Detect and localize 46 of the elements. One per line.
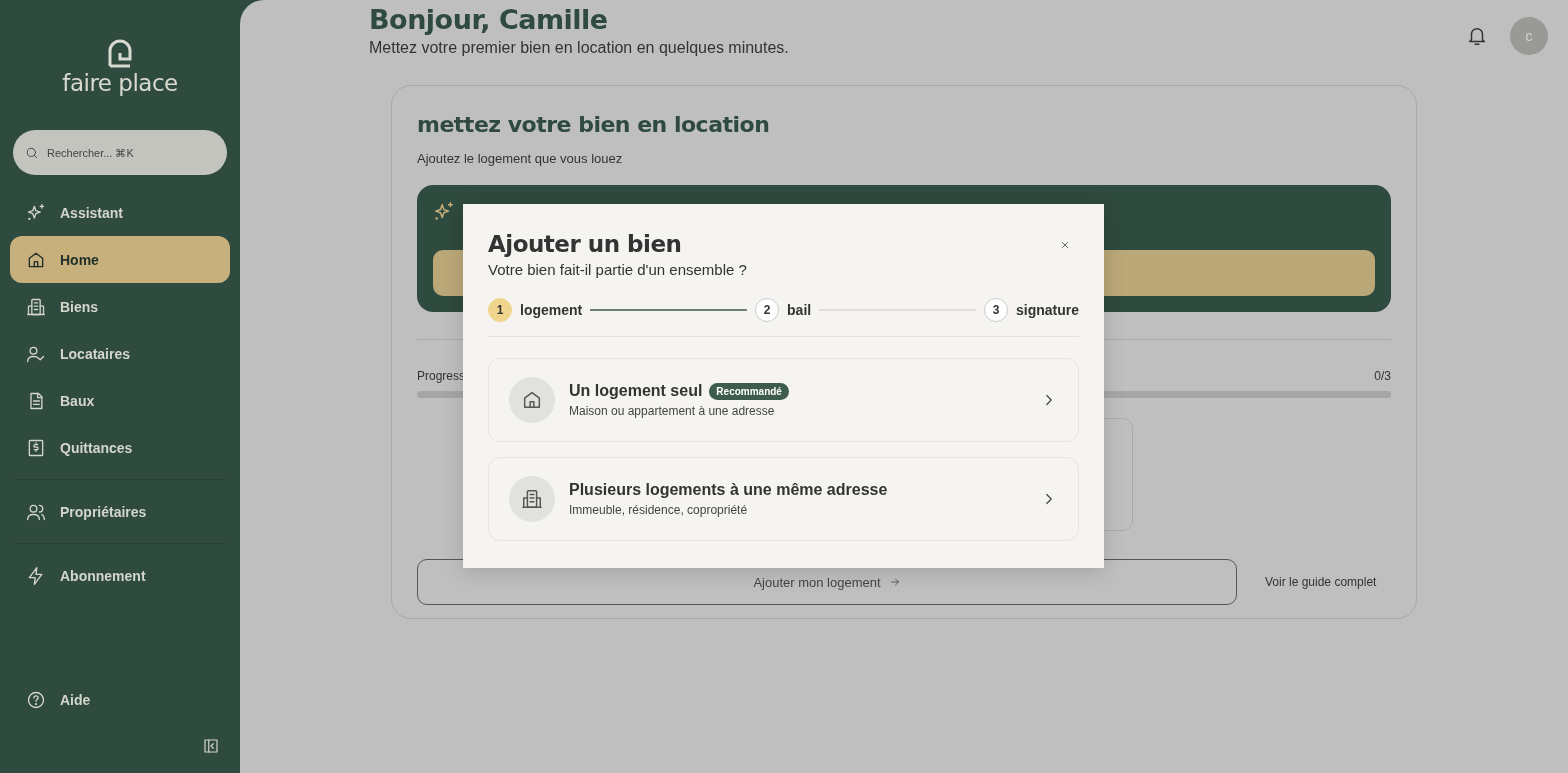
option-title: Plusieurs logements à une même adresse [569, 481, 888, 499]
guide-link[interactable]: Voir le guide complet [1265, 575, 1377, 589]
sidebar-item[interactable]: Baux [10, 377, 230, 424]
sparkle-icon [26, 202, 46, 223]
progress-count: 0/3 [1374, 369, 1391, 383]
option-card[interactable]: Plusieurs logements à une même adresse Immeuble, résidence, copropriété [488, 457, 1079, 541]
home-icon [521, 389, 543, 411]
sidebar-item[interactable]: Assistant [10, 189, 230, 236]
step-number: 2 [755, 298, 780, 322]
building-icon [521, 488, 543, 510]
help-icon [26, 689, 46, 710]
sidebar-item[interactable]: Locataires [10, 330, 230, 377]
close-icon [1059, 239, 1071, 251]
sidebar-item[interactable]: Aide [10, 676, 230, 723]
sidebar-item[interactable]: Abonnement [10, 552, 230, 599]
option-description: Maison ou appartement à une adresse [569, 404, 776, 418]
option-card[interactable]: Un logement seul Recommandé Maison ou appartement à une adresse [488, 358, 1079, 442]
card-title: mettez votre bien en location [417, 112, 771, 137]
receipt-icon [26, 437, 46, 458]
search-input[interactable]: Rechercher... ⌘K [47, 130, 215, 175]
collapse-sidebar-icon [202, 737, 220, 755]
dialog-title: Ajouter un bien [488, 231, 682, 257]
sidebar-item[interactable]: Propriétaires [10, 488, 230, 535]
logo-icon [107, 38, 133, 68]
option-description: Immeuble, résidence, copropriété [569, 503, 749, 517]
progress-label: Progress [417, 369, 466, 383]
arrow-right-icon [888, 576, 901, 588]
step-number: 1 [488, 298, 512, 322]
search-icon [25, 145, 39, 160]
step-number: 3 [984, 298, 1008, 322]
sidebar-item[interactable]: Quittances [10, 424, 230, 471]
dialog-subtitle: Votre bien fait-il partie d'un ensemble ? [488, 261, 748, 278]
card-subtitle: Ajoutez le logement que vous louez [417, 151, 624, 166]
sparkle-icon [433, 201, 455, 223]
step-label: signature [1016, 302, 1079, 318]
step-label: bail [787, 302, 812, 318]
logo-text: faire place [62, 70, 178, 96]
search-field[interactable]: Rechercher... ⌘K [13, 130, 227, 175]
sidebar-item[interactable]: Biens [10, 283, 230, 330]
building-icon [26, 296, 46, 317]
greeting-subtitle: Mettez votre premier bien en location en quelques minutes. [369, 39, 789, 57]
step-label: logement [520, 302, 583, 318]
recommended-badge: Recommandé [709, 382, 789, 400]
greeting-heading: Bonjour, Camille [369, 4, 609, 35]
sidebar-item[interactable]: Home [10, 236, 230, 283]
option-title: Un logement seul [569, 382, 703, 400]
